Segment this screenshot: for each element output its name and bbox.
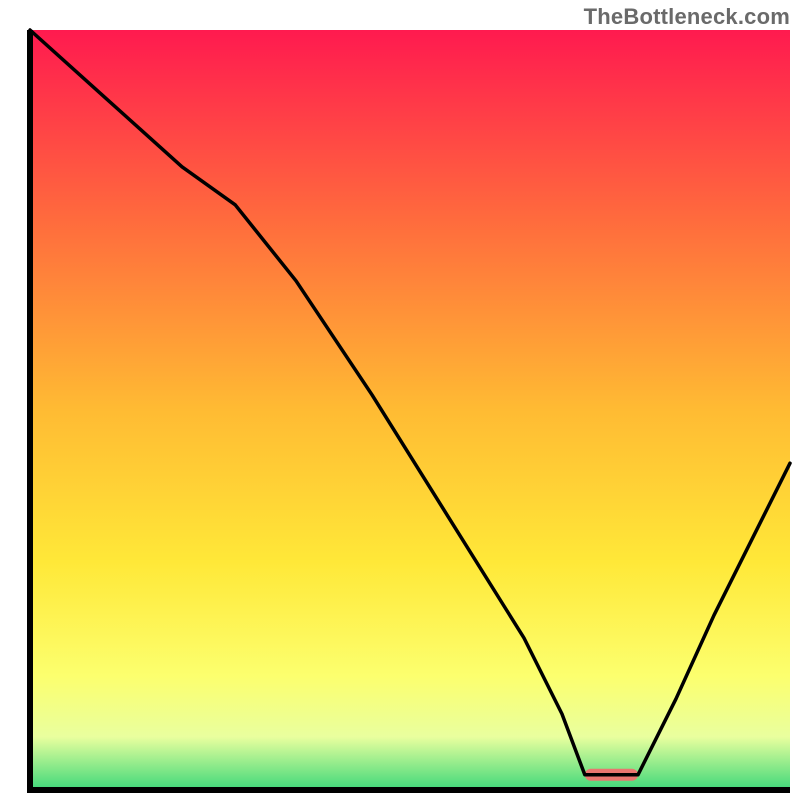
gradient-background (30, 30, 790, 790)
chart-container: TheBottleneck.com (0, 0, 800, 800)
bottleneck-chart (0, 0, 800, 800)
